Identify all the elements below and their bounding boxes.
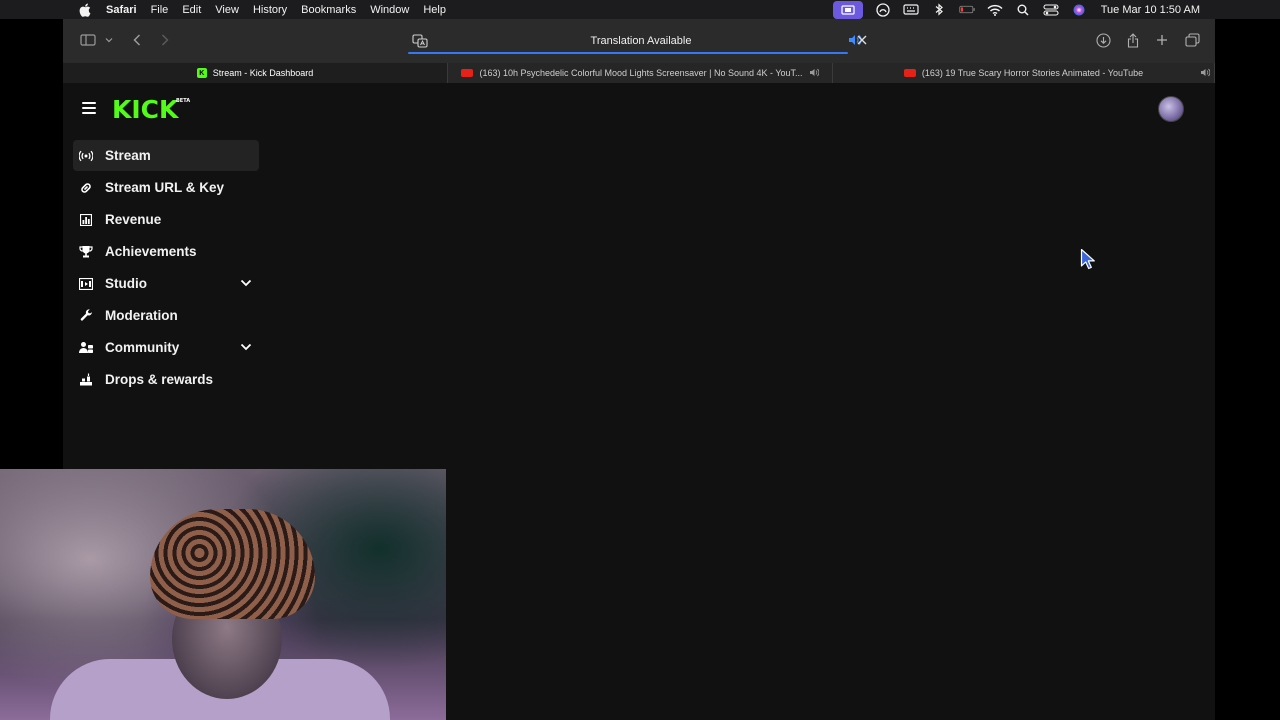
close-icon[interactable] [855, 33, 869, 47]
youtube-favicon-icon [903, 69, 916, 77]
stream-signal-icon [79, 149, 93, 163]
wifi-icon[interactable] [987, 3, 1003, 16]
chevron-down-icon[interactable] [239, 341, 253, 353]
kick-logo[interactable]: KICK BETA [112, 95, 192, 121]
sidebar-toggle-icon[interactable] [78, 31, 98, 49]
tab-kick-dashboard[interactable]: K Stream - Kick Dashboard [63, 63, 448, 83]
menu-edit[interactable]: Edit [182, 4, 201, 16]
sidebar-item-label: Drops & rewards [105, 372, 214, 387]
sidebar-item-stream[interactable]: Stream [73, 140, 259, 171]
chevron-down-icon[interactable] [239, 277, 253, 289]
sidebar-item-stream-url-key[interactable]: Stream URL & Key [73, 172, 259, 203]
youtube-favicon-icon [461, 69, 474, 77]
keyboard-icon[interactable] [903, 3, 919, 16]
sidebar-item-achievements[interactable]: Achievements [73, 236, 259, 267]
studio-icon [79, 277, 93, 291]
control-center-icon[interactable] [1043, 3, 1059, 16]
tab-bar: K Stream - Kick Dashboard (163) 10h Psyc… [63, 63, 1215, 83]
kick-dashboard-sidebar: Stream Stream URL & Key Revenue Achievem… [73, 140, 259, 396]
drops-icon [79, 373, 93, 387]
bar-chart-icon [79, 213, 93, 227]
mouse-pointer-icon [1080, 248, 1095, 270]
community-icon [79, 341, 93, 355]
bluetooth-icon[interactable] [931, 3, 947, 16]
translate-icon[interactable] [412, 33, 428, 49]
menu-app-safari[interactable]: Safari [106, 4, 137, 16]
svg-text:BETA: BETA [176, 98, 190, 104]
back-arrow-icon[interactable] [127, 31, 147, 49]
menu-bar-clock[interactable]: Tue Mar 10 1:50 AM [1101, 4, 1200, 16]
sidebar-item-studio[interactable]: Studio [73, 268, 259, 299]
menu-history[interactable]: History [253, 4, 287, 16]
webcam-person-headwrap [150, 509, 315, 619]
svg-text:KICK: KICK [112, 95, 180, 121]
sidebar-item-label: Revenue [105, 212, 162, 227]
menu-bar-status-area: Tue Mar 10 1:50 AM [832, 0, 1200, 19]
sidebar-item-label: Moderation [105, 308, 178, 323]
address-bar-text: Translation Available [590, 35, 692, 47]
trophy-icon [79, 245, 93, 259]
kick-favicon-icon: K [196, 68, 207, 78]
share-icon[interactable] [1123, 31, 1143, 49]
menu-window[interactable]: Window [370, 4, 409, 16]
tab-overview-icon[interactable] [1182, 31, 1202, 49]
sidebar-item-label: Stream [105, 148, 151, 163]
page-load-progress [408, 52, 848, 54]
screen-recording-icon[interactable] [832, 0, 863, 19]
webcam-overlay [0, 469, 446, 720]
apple-menu-icon[interactable] [79, 3, 93, 17]
new-tab-icon[interactable] [1152, 31, 1172, 49]
sidebar-item-label: Stream URL & Key [105, 180, 225, 195]
sidebar-item-label: Achievements [105, 244, 197, 259]
creative-cloud-icon[interactable] [875, 2, 891, 17]
sidebar-item-label: Studio [105, 276, 147, 291]
battery-icon[interactable] [959, 3, 975, 16]
tab-audio-icon[interactable] [1200, 68, 1211, 79]
menu-file[interactable]: File [151, 4, 169, 16]
menu-help[interactable]: Help [423, 4, 446, 16]
hamburger-menu-icon[interactable] [82, 102, 96, 114]
sidebar-item-label: Community [105, 340, 180, 355]
sidebar-item-revenue[interactable]: Revenue [73, 204, 259, 235]
siri-icon[interactable] [1071, 3, 1087, 16]
sidebar-item-drops-rewards[interactable]: Drops & rewards [73, 364, 259, 395]
menu-bookmarks[interactable]: Bookmarks [301, 4, 356, 16]
link-icon [79, 181, 93, 195]
spotlight-search-icon[interactable] [1015, 3, 1031, 16]
tab-title: Stream - Kick Dashboard [212, 68, 314, 78]
forward-arrow-icon[interactable] [155, 31, 175, 49]
user-avatar[interactable] [1158, 96, 1184, 122]
tab-youtube-horror-stories[interactable]: (163) 19 True Scary Horror Stories Anima… [833, 63, 1215, 83]
macos-menu-bar: Safari File Edit View History Bookmarks … [0, 0, 1280, 19]
sidebar-item-moderation[interactable]: Moderation [73, 300, 259, 331]
chevron-down-icon[interactable] [99, 31, 119, 49]
tab-youtube-mood-lights[interactable]: (163) 10h Psychedelic Colorful Mood Ligh… [448, 63, 833, 83]
safari-toolbar: Translation Available [63, 19, 1215, 63]
wrench-icon [79, 309, 93, 323]
sidebar-item-community[interactable]: Community [73, 332, 259, 363]
menu-view[interactable]: View [215, 4, 239, 16]
downloads-icon[interactable] [1093, 31, 1113, 49]
tab-title: (163) 19 True Scary Horror Stories Anima… [921, 68, 1144, 78]
tab-audio-icon[interactable] [809, 68, 819, 79]
address-bar[interactable]: Translation Available [408, 30, 874, 54]
tab-title: (163) 10h Psychedelic Colorful Mood Ligh… [479, 68, 803, 78]
